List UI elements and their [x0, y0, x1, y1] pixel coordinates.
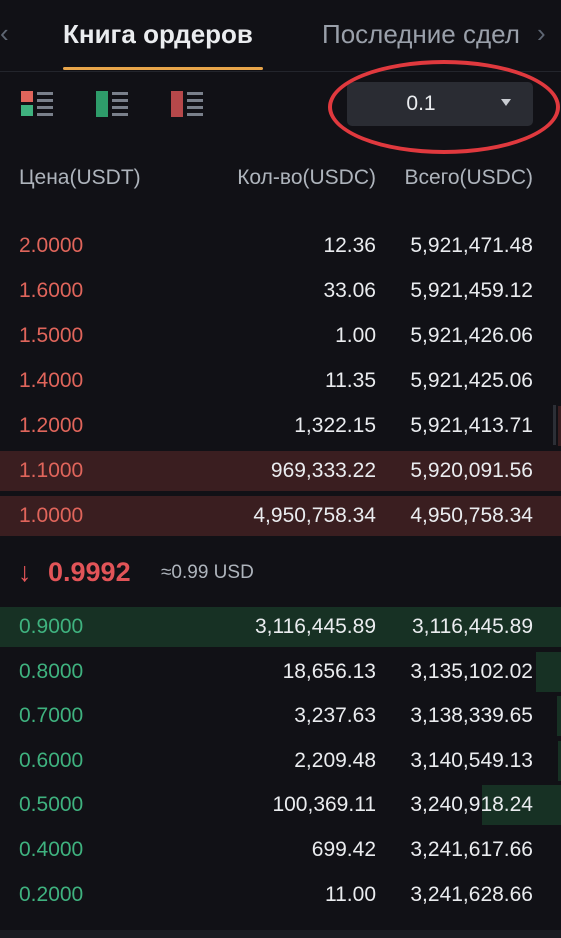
- bid-depth-bar: [557, 696, 561, 737]
- arrow-down-icon: ↓: [18, 557, 32, 587]
- bid-row[interactable]: 0.5000 100,369.11 3,240,918.24: [0, 785, 561, 826]
- bid-qty: 100,369.11: [272, 793, 376, 817]
- bid-price: 0.9000: [19, 615, 84, 638]
- last-price-value: 0.9992: [48, 557, 131, 587]
- bid-total: 3,241,617.66: [410, 838, 533, 861]
- tab-order-book[interactable]: Книга ордеров: [63, 18, 253, 50]
- depth-value: 0.1: [406, 92, 436, 115]
- bid-row[interactable]: 0.4000 699.42 3,241,617.66: [0, 830, 561, 870]
- bid-price: 0.7000: [19, 704, 84, 728]
- caret-down-icon: [501, 99, 511, 106]
- ask-price: 1.2000: [19, 414, 84, 437]
- bid-qty: 3,237.63: [294, 704, 376, 728]
- ask-qty: 4,950,758.34: [253, 504, 376, 527]
- ask-price: 1.4000: [19, 369, 84, 392]
- bid-total: 3,241,628.66: [410, 882, 533, 906]
- ask-qty: 1.00: [335, 324, 376, 347]
- ask-qty: 969,333.22: [270, 459, 376, 482]
- ask-qty: 1,322.15: [294, 414, 376, 437]
- ask-row[interactable]: 2.0000 12.36 5,921,471.48: [0, 226, 561, 266]
- ask-price: 1.0000: [19, 504, 84, 527]
- bid-total: 3,135,102.02: [410, 659, 533, 683]
- ask-row[interactable]: 1.2000 1,322.15 5,921,413.71: [0, 406, 561, 446]
- ask-total: 4,950,758.34: [410, 504, 533, 527]
- ask-qty: 33.06: [323, 279, 376, 302]
- bottom-edge: [0, 930, 561, 938]
- ask-row[interactable]: 1.0000 4,950,758.34 4,950,758.34: [0, 496, 561, 536]
- bid-total: 3,138,339.65: [410, 704, 533, 728]
- ask-total: 5,921,426.06: [410, 324, 533, 347]
- asks-only-icon[interactable]: [171, 91, 203, 117]
- header-total: Всего(USDC): [404, 166, 533, 189]
- bid-price: 0.8000: [19, 659, 84, 683]
- ask-qty: 11.35: [325, 369, 376, 392]
- header-price: Цена(USDT): [19, 166, 141, 189]
- bid-qty: 3,116,445.89: [254, 615, 376, 638]
- bid-total: 3,116,445.89: [411, 615, 533, 638]
- bid-row[interactable]: 0.8000 18,656.13 3,135,102.02: [0, 651, 561, 692]
- bid-price: 0.4000: [19, 838, 84, 861]
- depth-dropdown[interactable]: 0.1: [347, 82, 533, 126]
- header-qty: Кол-во(USDC): [237, 166, 376, 189]
- bid-price: 0.6000: [19, 748, 84, 772]
- ask-price: 1.1000: [19, 459, 84, 482]
- ask-price: 2.0000: [19, 234, 84, 257]
- bid-price: 0.5000: [19, 793, 84, 817]
- ask-qty: 12.36: [323, 234, 376, 257]
- bid-row[interactable]: 0.2000 11.00 3,241,628.66: [0, 875, 561, 915]
- ask-total: 5,921,471.48: [410, 234, 533, 257]
- ask-total: 5,921,425.06: [410, 369, 533, 392]
- bid-depth-bar: [536, 651, 561, 692]
- ask-price: 1.5000: [19, 324, 84, 347]
- orderbook-panel: ‹ Книга ордеров Последние сделки › 0.1 Ц…: [0, 0, 561, 938]
- active-tab-indicator: [63, 67, 263, 70]
- ask-total: 5,920,091.56: [410, 459, 533, 482]
- bids-only-icon[interactable]: [96, 91, 128, 117]
- bid-qty: 2,209.48: [294, 748, 376, 772]
- bid-row[interactable]: 0.7000 3,237.63 3,138,339.65: [0, 696, 561, 737]
- ask-row[interactable]: 1.4000 11.35 5,921,425.06: [0, 361, 561, 401]
- bid-row[interactable]: 0.6000 2,209.48 3,140,549.13: [0, 740, 561, 781]
- bid-total: 3,140,549.13: [410, 748, 533, 772]
- ask-total: 5,921,459.12: [410, 279, 533, 302]
- last-price-usd: ≈0.99 USD: [161, 562, 254, 583]
- tabs-divider: [0, 71, 561, 72]
- split-book-icon[interactable]: [21, 91, 53, 117]
- tab-scroll-right-icon[interactable]: ›: [537, 18, 546, 48]
- ask-row[interactable]: 1.6000 33.06 5,921,459.12: [0, 271, 561, 311]
- ask-row[interactable]: 1.1000 969,333.22 5,920,091.56: [0, 451, 561, 491]
- bid-qty: 18,656.13: [282, 659, 376, 683]
- bid-qty: 699.42: [311, 838, 376, 861]
- bid-qty: 11.00: [325, 882, 376, 906]
- scrollbar[interactable]: [553, 405, 556, 445]
- ask-price: 1.6000: [19, 279, 84, 302]
- tab-recent-trades[interactable]: Последние сделки: [322, 18, 521, 50]
- ask-total: 5,921,413.71: [410, 414, 533, 437]
- bid-row[interactable]: 0.9000 3,116,445.89 3,116,445.89: [0, 607, 561, 647]
- bid-price: 0.2000: [19, 882, 84, 906]
- bid-total: 3,240,918.24: [410, 793, 533, 817]
- tab-scroll-left-icon[interactable]: ‹: [0, 18, 9, 48]
- ask-row[interactable]: 1.5000 1.00 5,921,426.06: [0, 316, 561, 356]
- tab-bar: ‹ Книга ордеров Последние сделки ›: [0, 0, 561, 72]
